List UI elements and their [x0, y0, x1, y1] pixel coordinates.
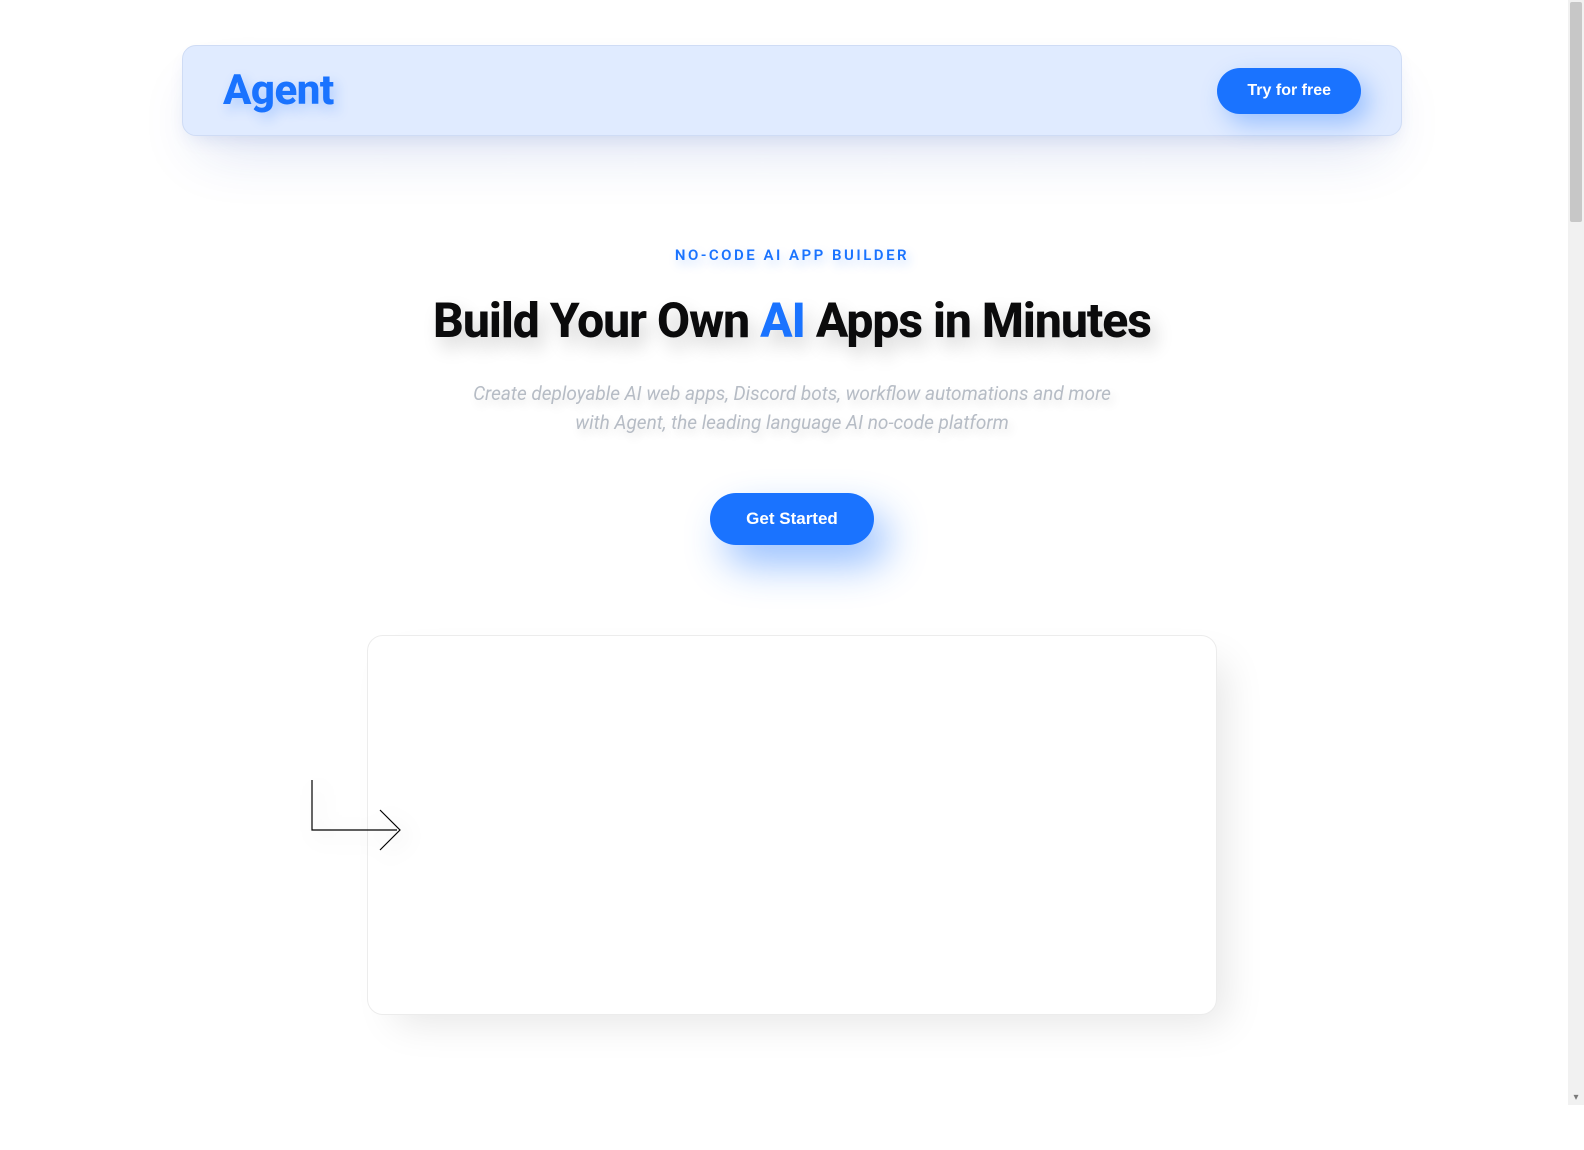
hero-subtitle: Create deployable AI web apps, Discord b… — [182, 379, 1402, 438]
logo: Agent — [223, 66, 334, 115]
scrollbar-thumb[interactable] — [1570, 2, 1582, 222]
hero-title-part-before: Build Your Own — [433, 292, 760, 349]
get-started-button[interactable]: Get Started — [710, 493, 874, 545]
media-preview-card — [367, 635, 1217, 1015]
scrollbar-down-icon[interactable]: ▾ — [1571, 1093, 1581, 1103]
hero-subtitle-line1: Create deployable AI web apps, Discord b… — [473, 382, 1111, 405]
hero-subtitle-line2: with Agent, the leading language AI no-c… — [575, 411, 1009, 434]
media-card-wrapper — [182, 635, 1402, 1015]
hero-title: Build Your Own AI Apps in Minutes — [182, 292, 1402, 349]
header-bar: Agent Try for free — [182, 45, 1402, 136]
hero-title-accent: AI — [760, 292, 805, 349]
try-for-free-button[interactable]: Try for free — [1217, 68, 1361, 114]
hero-title-part-after: Apps in Minutes — [805, 292, 1151, 349]
arrow-right-icon — [302, 775, 412, 865]
hero-eyebrow: NO-CODE AI APP BUILDER — [182, 246, 1402, 264]
scrollbar[interactable]: ▾ — [1568, 0, 1584, 1105]
hero-section: NO-CODE AI APP BUILDER Build Your Own AI… — [182, 246, 1402, 1015]
